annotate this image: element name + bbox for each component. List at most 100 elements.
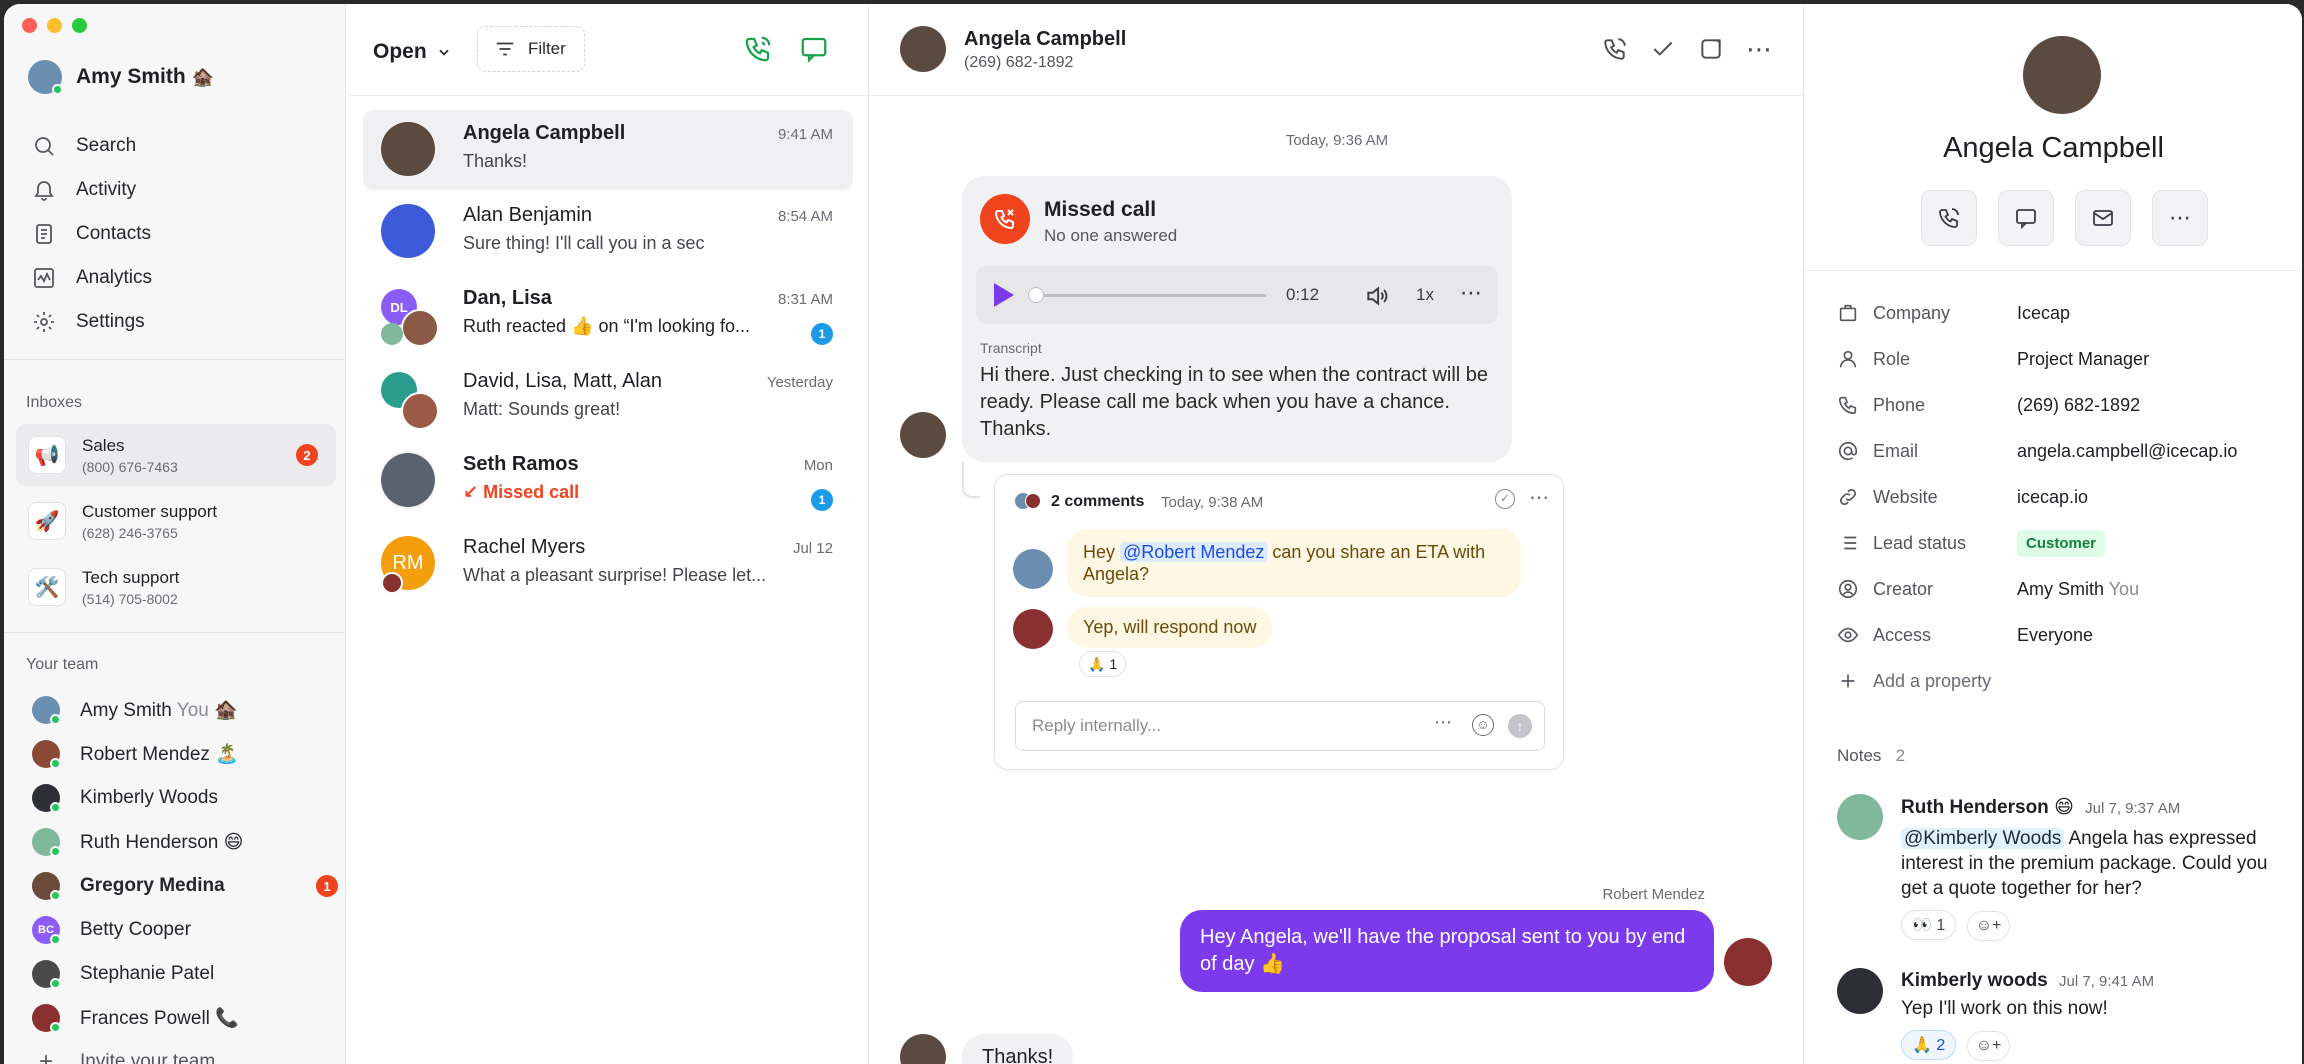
property-phone[interactable]: Phone (269) 682-1892: [1837, 390, 2140, 420]
call-button[interactable]: [1602, 36, 1628, 67]
link-icon: [1839, 488, 1857, 506]
current-user[interactable]: Amy Smith 🏚️: [28, 60, 214, 95]
nav-search[interactable]: Search: [32, 124, 332, 168]
property-access[interactable]: Access Everyone: [1837, 620, 2093, 650]
more-icon[interactable]: ⋯: [1746, 34, 1773, 65]
mention[interactable]: @Kimberly Woods: [1901, 828, 2065, 849]
property-email[interactable]: Email angela.campbell@icecap.io: [1837, 436, 2237, 466]
more-icon[interactable]: ⋯: [1529, 485, 1549, 510]
avatar: [381, 323, 403, 345]
call-button[interactable]: [1921, 190, 1977, 246]
plus-icon: +: [38, 1048, 53, 1064]
analytics-icon: [34, 268, 54, 288]
property-role[interactable]: Role Project Manager: [1837, 344, 2149, 374]
note-reactions: 🙏 2 ☺+: [1901, 1030, 2011, 1061]
property-lead-status[interactable]: Lead status Customer: [1837, 528, 2106, 558]
inbox-sales[interactable]: 📢 Sales (800) 676-7463 2: [16, 424, 336, 486]
avatar: [32, 960, 61, 989]
audio-scrubber[interactable]: [1034, 294, 1266, 297]
avatar: [32, 740, 61, 769]
unread-badge: 1: [811, 489, 833, 511]
property-company[interactable]: Company Icecap: [1837, 298, 2070, 328]
team-member[interactable]: Ruth Henderson 😄: [32, 820, 342, 864]
volume-icon[interactable]: [1364, 283, 1390, 309]
conversation-item[interactable]: RM Rachel Myers What a pleasant surprise…: [363, 524, 853, 604]
status-dropdown[interactable]: Open: [373, 40, 451, 64]
team-member[interactable]: Stephanie Patel: [32, 952, 342, 996]
at-icon: [1838, 441, 1858, 461]
property-website[interactable]: Website icecap.io: [1837, 482, 2088, 512]
status-badge: Customer: [2017, 529, 2106, 557]
avatar: [1837, 794, 1883, 840]
snooze-icon: [1701, 39, 1721, 59]
tools-icon: 🛠️: [28, 568, 66, 606]
reaction-pill[interactable]: 🙏 2: [1901, 1030, 1957, 1060]
minimize-window-button[interactable]: [47, 18, 62, 33]
property-creator[interactable]: Creator Amy Smith You: [1837, 574, 2139, 604]
comment-bubble: Hey @Robert Mendez can you share an ETA …: [1067, 529, 1521, 597]
nav-analytics[interactable]: Analytics: [32, 256, 332, 300]
reaction-pill[interactable]: 🙏 1: [1079, 651, 1127, 677]
inbox-customer-support[interactable]: 🚀 Customer support (628) 246-3765: [16, 490, 336, 552]
play-icon[interactable]: [994, 283, 1014, 307]
conversation-item[interactable]: Seth Ramos ↙ Missed call Mon 1: [363, 441, 853, 521]
unread-badge: 1: [811, 323, 833, 345]
check-icon: [1653, 41, 1673, 56]
new-call-button[interactable]: [743, 34, 773, 69]
add-property-button[interactable]: Add a property: [1837, 666, 1991, 696]
team-member[interactable]: Frances Powell 📞: [32, 996, 342, 1040]
conversation-item[interactable]: Angela Campbell Thanks! 9:41 AM: [363, 110, 853, 190]
team-member[interactable]: BC Betty Cooper: [32, 908, 342, 952]
user-circle-icon: [1838, 579, 1858, 599]
more-icon[interactable]: ⋯: [1434, 712, 1452, 733]
outgoing-message: Hey Angela, we'll have the proposal sent…: [1180, 910, 1714, 992]
emoji-icon[interactable]: ☺: [1472, 714, 1494, 736]
message-button[interactable]: [1998, 190, 2054, 246]
building-icon: [1839, 304, 1857, 322]
note: Kimberly woods Jul 7, 9:41 AM: [1901, 970, 2155, 991]
nav-settings[interactable]: Settings: [32, 300, 332, 344]
speed-button[interactable]: 1x: [1416, 285, 1434, 305]
new-message-button[interactable]: [799, 34, 829, 69]
team-member[interactable]: Amy Smith You 🏚️: [32, 688, 342, 732]
mention[interactable]: @Robert Mendez: [1120, 542, 1268, 562]
team-list: Amy Smith You 🏚️ Robert Mendez 🏝️ Kimber…: [32, 688, 342, 1064]
close-window-button[interactable]: [22, 18, 37, 33]
team-member[interactable]: Kimberly Woods: [32, 776, 342, 820]
contacts-icon: [36, 224, 52, 244]
nav-contacts[interactable]: Contacts: [32, 212, 332, 256]
conversation-item[interactable]: David, Lisa, Matt, Alan Matt: Sounds gre…: [363, 358, 853, 438]
missed-call-icon: ↙: [463, 482, 484, 502]
invite-team-button[interactable]: + Invite your team: [32, 1040, 342, 1064]
comment-thread: 2 comments Today, 9:38 AM ✓ ⋯ Hey @Rober…: [994, 474, 1564, 770]
maximize-window-button[interactable]: [72, 18, 87, 33]
filter-button[interactable]: Filter: [477, 26, 585, 72]
resolve-icon[interactable]: ✓: [1495, 489, 1515, 509]
scrubber-handle[interactable]: [1028, 287, 1044, 303]
phone-icon: [745, 36, 771, 62]
filter-icon: [496, 42, 514, 56]
list-icon: [1839, 536, 1857, 550]
phone-icon: [1939, 208, 1959, 228]
reaction-pill[interactable]: 👀 1: [1901, 910, 1957, 940]
conversation-item[interactable]: Alan Benjamin Sure thing! I'll call you …: [363, 192, 853, 272]
inbox-tech-support[interactable]: 🛠️ Tech support (514) 705-8002: [16, 556, 336, 618]
avatar: [381, 572, 403, 594]
more-button[interactable]: ⋯: [2152, 190, 2208, 246]
add-reaction-icon[interactable]: ☺+: [1966, 911, 2011, 941]
snooze-button[interactable]: [1698, 36, 1724, 67]
reply-input[interactable]: Reply internally... ⋯ ☺ ↑: [1015, 701, 1545, 751]
contact-name: Angela Campbell: [1943, 132, 2164, 164]
mark-done-button[interactable]: [1650, 36, 1676, 67]
email-button[interactable]: [2075, 190, 2131, 246]
conversation-item[interactable]: DL Dan, Lisa Ruth reacted 👍 on “I'm look…: [363, 275, 853, 355]
team-member[interactable]: Robert Mendez 🏝️: [32, 732, 342, 776]
team-member[interactable]: Gregory Medina 1: [32, 864, 342, 908]
note: Ruth Henderson 😄 Jul 7, 9:37 AM: [1901, 797, 2181, 818]
nav-activity[interactable]: Activity: [32, 168, 332, 212]
avatar: [32, 828, 61, 857]
more-icon[interactable]: ⋯: [1460, 280, 1482, 306]
avatar: [2023, 36, 2101, 114]
add-reaction-icon[interactable]: ☺+: [1966, 1031, 2011, 1061]
send-icon[interactable]: ↑: [1508, 714, 1532, 738]
